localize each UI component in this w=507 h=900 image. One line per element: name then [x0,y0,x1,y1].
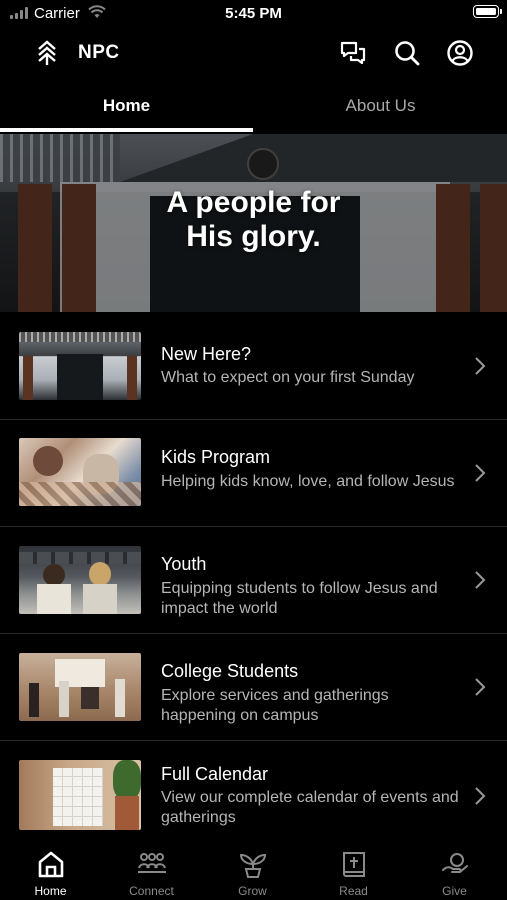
chevron-right-icon [475,357,486,375]
item-title: Full Calendar [161,764,269,784]
item-subtitle: Explore services and gatherings happenin… [161,687,389,724]
logo-icon [38,40,56,65]
item-title: College Students [161,661,299,681]
chevron-right-icon [475,571,486,589]
tab-home[interactable]: Home [0,84,253,132]
tabbar-give[interactable]: Give [404,838,505,900]
item-subtitle: View our complete calendar of events and… [161,789,459,826]
item-title: New Here? [161,344,252,364]
chevron-right-icon [475,678,486,696]
item-subtitle: Equipping students to follow Jesus and i… [161,580,438,617]
sprout-icon [239,853,267,878]
list-item-youth[interactable]: Youth Equipping students to follow Jesus… [0,526,507,634]
list-item-college-students[interactable]: College Students Explore services and ga… [0,633,507,741]
kids-program-thumbnail [19,438,141,506]
account-icon[interactable] [446,39,474,67]
battery-icon [473,5,502,18]
item-title: Kids Program [161,447,271,467]
college-students-thumbnail [19,653,141,721]
youth-thumbnail [19,546,141,614]
item-subtitle: Helping kids know, love, and follow Jesu… [161,473,455,490]
bible-icon [343,852,365,877]
new-here-thumbnail [19,332,141,400]
tab-indicator [0,128,253,132]
tabbar-connect[interactable]: Connect [101,838,202,900]
app-title: NPC [78,42,120,63]
tabbar-home[interactable]: Home [0,838,101,900]
list-item-full-calendar[interactable]: Full Calendar View our complete calendar… [0,740,507,847]
people-icon [138,853,166,873]
tabbar-grow[interactable]: Grow [202,838,303,900]
status-bar: Carrier 5:45 PM [0,0,507,28]
status-time: 5:45 PM [225,5,282,22]
list-item-kids-program[interactable]: Kids Program Helping kids know, love, an… [0,419,507,527]
search-icon[interactable] [393,39,421,67]
item-subtitle: What to expect on your first Sunday [161,369,415,386]
tab-about-us[interactable]: About Us [254,84,507,132]
chevron-right-icon [475,787,486,805]
hero-banner[interactable]: A people for His glory. [0,134,507,312]
tabbar-read[interactable]: Read [303,838,404,900]
app-header: NPC [0,28,507,78]
chat-icon[interactable] [339,39,367,67]
top-tabs: Home About Us [0,84,507,134]
bottom-tab-bar: Home Connect Grow Read Give [0,838,507,900]
list-item-new-here[interactable]: New Here? What to expect on your first S… [0,312,507,420]
give-icon [442,853,468,873]
hero-title: A people for His glory. [166,186,341,253]
home-icon [38,851,64,878]
item-title: Youth [161,554,207,574]
chevron-right-icon [475,464,486,482]
full-calendar-thumbnail [19,760,141,830]
